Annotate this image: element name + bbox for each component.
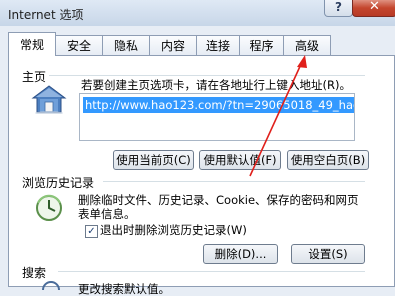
homepage-group-label: 主页 xyxy=(22,68,50,85)
search-group-label: 搜索 xyxy=(22,264,50,281)
homepage-divider xyxy=(45,75,365,76)
history-divider xyxy=(103,181,365,182)
close-button[interactable]: ✕ xyxy=(352,0,395,17)
use-blank-button[interactable]: 使用空白页(B) xyxy=(287,150,369,170)
clock-history-icon xyxy=(36,194,62,221)
delete-on-exit-label: 退出时删除浏览历史记录(W) xyxy=(100,223,247,237)
title-bar: Internet 选项 ? ✕ xyxy=(0,0,395,26)
use-current-button[interactable]: 使用当前页(C) xyxy=(113,150,194,170)
search-divider xyxy=(58,271,365,272)
history-description-line2: 表单信息。 xyxy=(78,207,136,221)
tab-privacy[interactable]: 隐私 xyxy=(102,35,150,55)
tab-general[interactable]: 常规 xyxy=(8,32,56,56)
tab-programs[interactable]: 程序 xyxy=(239,35,284,55)
help-button[interactable]: ? xyxy=(324,0,353,17)
tab-strip: 常规 安全 隐私 内容 连接 程序 高级 xyxy=(8,32,395,56)
history-group-label: 浏览历史记录 xyxy=(22,174,98,191)
delete-on-exit-checkbox[interactable]: ✓ xyxy=(85,225,98,238)
search-icon xyxy=(42,281,60,290)
delete-history-button[interactable]: 删除(D)... xyxy=(203,244,278,264)
tab-content[interactable]: 内容 xyxy=(149,35,197,55)
homepage-url-text: http://www.hao123.com/?tn=29065018_49_ha… xyxy=(83,97,354,113)
house-icon xyxy=(31,85,67,114)
tab-security[interactable]: 安全 xyxy=(55,35,103,55)
history-settings-button[interactable]: 设置(S) xyxy=(291,244,365,264)
use-default-button[interactable]: 使用默认值(F) xyxy=(199,150,281,170)
window-title: Internet 选项 xyxy=(8,8,84,22)
tab-advanced[interactable]: 高级 xyxy=(283,35,331,55)
homepage-instruction: 若要创建主页选项卡，请在各地址行上键入地址(R)。 xyxy=(81,78,351,92)
search-partial-text: 更改搜索默认值。 xyxy=(78,282,170,296)
homepage-url-field[interactable]: http://www.hao123.com/?tn=29065018_49_ha… xyxy=(79,93,355,141)
history-description-line1: 删除临时文件、历史记录、Cookie、保存的密码和网页 xyxy=(78,193,359,207)
tab-connections[interactable]: 连接 xyxy=(196,35,240,55)
